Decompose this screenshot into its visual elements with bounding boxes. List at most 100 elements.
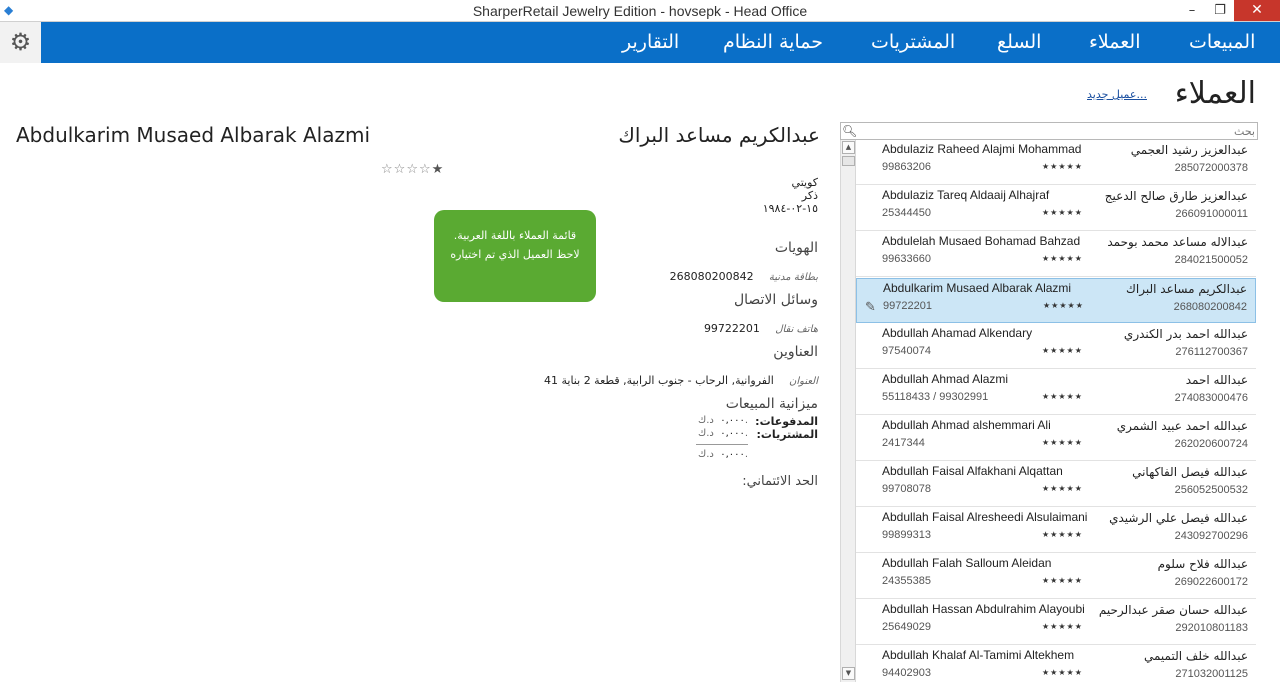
customer-arabic-name: عبدالكريم مساعد البراك — [1126, 282, 1247, 296]
customer-stars: ★★★★★ — [1042, 484, 1083, 493]
customer-row[interactable]: Abdullah Ahmad alshemmari Ali عبدالله احم… — [856, 416, 1256, 461]
customer-row[interactable]: Abdullah Ahmad Alazmi عبدالله احمد 5511843… — [856, 370, 1256, 415]
customer-phone: 55118433 / 99302991 — [882, 391, 989, 403]
customer-row[interactable]: Abdullah Faisal Alfakhani Alqattan عبدالل… — [856, 462, 1256, 507]
close-button[interactable]: ✕ — [1234, 0, 1280, 21]
menu-item-system-protection[interactable]: حماية النظام — [723, 22, 823, 63]
payments-value: ٠,٠٠٠ — [720, 415, 745, 426]
customer-phone: 24355385 — [882, 575, 931, 587]
balance-value: ٠,٠٠٠ — [720, 449, 745, 460]
purchases-value: ٠,٠٠٠ — [720, 428, 745, 439]
star-empty-icon[interactable]: ☆ — [419, 162, 432, 177]
menu-item-products[interactable]: السلع — [997, 22, 1041, 63]
customer-code: 269022600172 — [1174, 576, 1248, 588]
address-value: الفروانية, الرحاب - جنوب الرابية, قطعة 2… — [544, 374, 774, 387]
menu-item-reports[interactable]: التقارير — [622, 22, 679, 63]
id-value: 268080200842 — [669, 270, 754, 283]
purchases-amount: ٠,٠٠٠ د.ك. — [698, 428, 748, 439]
address-heading: العناوين — [773, 344, 818, 360]
customer-stars: ★★★★★ — [1042, 668, 1083, 677]
contact-heading: وسائل الاتصال — [733, 292, 818, 308]
scroll-up-icon[interactable]: ▲ — [842, 141, 855, 154]
customer-code: 274083000476 — [1174, 392, 1248, 404]
customer-english-name: Abdulelah Musaed Bohamad Bahzad — [882, 234, 1081, 248]
customer-arabic-name: عبدالله فيصل علي الرشيدي — [1109, 511, 1248, 525]
purchases-label: المشتريات: — [756, 428, 818, 441]
customer-row[interactable]: Abdullah Ahamad Alkendary عبدالله احمد بد… — [856, 324, 1256, 369]
customer-code: 276112700367 — [1175, 346, 1248, 358]
customer-row[interactable]: Abdullah Khalaf Al-Tamimi Altekhem عبدالل… — [856, 646, 1256, 682]
customer-english-name: Abdulaziz Raheed Alajmi Mohammad — [882, 142, 1082, 156]
customer-english-name: Abdullah Ahmad Alazmi — [882, 372, 1009, 386]
customer-stars: ★★★★★ — [1042, 346, 1083, 355]
menu-item-sales[interactable]: المبيعات — [1189, 22, 1255, 63]
customer-list-scrollbar[interactable]: ▲ ▼ — [840, 140, 856, 682]
menu-item-customers[interactable]: العملاء — [1089, 22, 1141, 63]
customer-row[interactable]: Abdulelah Musaed Bohamad Bahzad عبدالاله … — [856, 232, 1256, 277]
balance-amount: ٠,٠٠٠ د.ك. — [698, 449, 748, 460]
customer-phone: 25649029 — [882, 621, 931, 633]
pencil-edit-icon[interactable]: ✎ — [865, 300, 876, 315]
customer-arabic-name: عبدالله فيصل الفاكهاني — [1132, 465, 1248, 479]
customer-arabic-name: عبدالله احمد بدر الكندري — [1123, 327, 1248, 341]
search-input[interactable] — [857, 123, 1255, 139]
maximize-button[interactable]: ❐ — [1206, 0, 1234, 21]
star-empty-icon[interactable]: ☆ — [406, 162, 419, 177]
customer-arabic-name: عبدالله حسان صقر عبدالرحيم — [1098, 603, 1248, 617]
star-filled-icon[interactable]: ★ — [432, 162, 445, 177]
customer-english-name: Abdullah Faisal Alfakhani Alqattan — [882, 464, 1063, 478]
menu-item-purchases[interactable]: المشتريات — [871, 22, 955, 63]
search-box: 🔍︎ — [840, 122, 1258, 140]
customer-code: 284021500052 — [1174, 254, 1248, 266]
budget-heading: ميزانية المبيعات — [725, 396, 818, 412]
customer-stars: ★★★★★ — [1042, 208, 1083, 217]
detail-english-name: Abdulkarim Musaed Albarak Alazmi — [16, 123, 371, 147]
customer-row[interactable]: Abdullah Hassan Abdulrahim Alayoubi عبدال… — [856, 600, 1256, 645]
customer-stars: ★★★★★ — [1042, 254, 1083, 263]
customer-code: 271032001125 — [1175, 668, 1248, 680]
window-title: SharperRetail Jewelry Edition - hovsepk … — [472, 3, 808, 19]
customer-stars: ★★★★★ — [1042, 622, 1083, 631]
customer-stars: ★★★★★ — [1042, 438, 1083, 447]
customer-phone: 97540074 — [882, 345, 931, 357]
customer-code: 292010801183 — [1175, 622, 1248, 634]
gear-icon[interactable]: ⚙ — [0, 22, 41, 63]
customer-arabic-name: عبدالعزيز رشيد العجمي — [1130, 143, 1248, 157]
customer-stars: ★★★★★ — [1043, 301, 1084, 310]
address-row: العنوان الفروانية, الرحاب - جنوب الرابية… — [544, 369, 818, 388]
id-row: بطاقة مدنية 268080200842 — [670, 265, 818, 284]
customer-phone: 99633660 — [882, 253, 931, 265]
customer-code: 262020600724 — [1174, 438, 1248, 450]
scroll-thumb[interactable] — [842, 156, 855, 166]
customer-row[interactable]: Abdulkarim Musaed Albarak Alazmi عبدالكري… — [856, 278, 1256, 323]
customer-stars: ★★★★★ — [1042, 576, 1083, 585]
customer-stars: ★★★★★ — [1042, 530, 1083, 539]
payments-amount: ٠,٠٠٠ د.ك. — [698, 415, 748, 426]
customer-phone: 99899313 — [882, 529, 931, 541]
customer-english-name: Abdulkarim Musaed Albarak Alazmi — [883, 281, 1072, 295]
customer-row[interactable]: Abdulaziz Tareq Aldaaij Alhajraf عبدالعزي… — [856, 186, 1256, 231]
customer-row[interactable]: Abdullah Faisal Alresheedi Alsulaimani عب… — [856, 508, 1256, 553]
customer-row[interactable]: Abdullah Falah Salloum Aleidan عبدالله فل… — [856, 554, 1256, 599]
customer-row[interactable]: Abdulaziz Raheed Alajmi Mohammad عبدالعزي… — [856, 140, 1256, 185]
page-title: العملاء — [1174, 76, 1256, 111]
customer-phone: 99863206 — [882, 161, 931, 173]
scroll-down-icon[interactable]: ▼ — [842, 667, 855, 680]
customer-english-name: Abdullah Ahmad alshemmari Ali — [882, 418, 1051, 432]
new-customer-link[interactable]: عميل جديد... — [1087, 88, 1147, 101]
phone-row: هاتف نقال 99722201 — [704, 317, 818, 336]
customer-phone: 2417344 — [882, 437, 925, 449]
customer-code: 285072000378 — [1174, 162, 1248, 174]
window-titlebar: ◆ SharperRetail Jewelry Edition - hovsep… — [0, 0, 1280, 22]
customer-arabic-name: عبدالله خلف التميمي — [1143, 649, 1248, 663]
customer-code: 256052500532 — [1174, 484, 1248, 496]
detail-gender: ذكر — [801, 189, 818, 202]
star-empty-icon[interactable]: ☆ — [394, 162, 407, 177]
id-label: بطاقة مدنية — [768, 272, 818, 283]
main-menubar: ⚙ المبيعات العملاء السلع المشتريات حماية… — [0, 22, 1280, 63]
customer-rating[interactable]: ☆☆☆☆★ — [381, 162, 444, 177]
minimize-button[interactable]: – — [1178, 0, 1206, 21]
customer-phone: 99708078 — [882, 483, 931, 495]
star-empty-icon[interactable]: ☆ — [381, 162, 394, 177]
search-icon[interactable]: 🔍︎ — [842, 123, 857, 139]
